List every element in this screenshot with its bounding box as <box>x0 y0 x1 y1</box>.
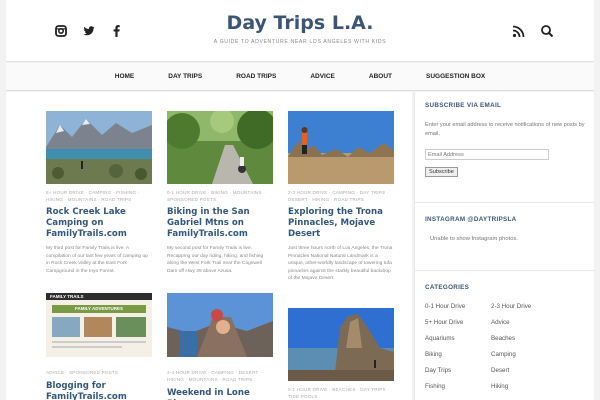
subscribe-widget: SUBSCRIBE VIA EMAIL Enter your email add… <box>425 102 585 178</box>
main-nav: HOME DAY TRIPS ROAD TRIPS ADVICE ABOUT S… <box>6 63 594 91</box>
post-card: 0-1 HOUR DRIVE · BIKING · MOUNTAINS · SP… <box>167 111 273 275</box>
post-meta: 0-1 HOUR DRIVE · BEACHES · DAY TRIPS · T… <box>288 387 390 399</box>
category-link[interactable]: 5+ Hour Drive <box>425 319 491 326</box>
instagram-title: INSTAGRAM @DAYTRIPSLA <box>425 216 517 223</box>
post-thumbnail[interactable] <box>288 308 394 381</box>
category-link[interactable]: Hiking <box>491 383 561 390</box>
site-tagline: A GUIDE TO ADVENTURE NEAR LOS ANGELES WI… <box>213 39 387 45</box>
site-title[interactable]: Day Trips L.A. <box>6 12 594 34</box>
post-meta: ADVICE · SPONSORED POSTS <box>46 370 119 375</box>
subscribe-button[interactable]: Subscribe <box>425 167 458 177</box>
nav-home[interactable]: HOME <box>98 63 152 90</box>
email-field[interactable] <box>425 149 549 160</box>
post-thumbnail[interactable] <box>167 293 273 357</box>
category-link[interactable]: Advice <box>491 319 561 326</box>
category-link[interactable]: Beaches <box>491 335 561 342</box>
nav-about[interactable]: ABOUT <box>352 63 409 90</box>
post-title[interactable]: Exploring the Trona Pinnacles, Mojave De… <box>288 207 394 240</box>
post-card: 2-3 HOUR DRIVE · CAMPING · DAY TRIPS · D… <box>288 111 394 283</box>
category-link[interactable]: Desert <box>491 367 561 374</box>
post-meta: 2-3 HOUR DRIVE · CAMPING · DAY TRIPS · D… <box>288 190 389 202</box>
post-excerpt: My third post for Family Trails is live.… <box>46 246 148 274</box>
post-card: 5+ HOUR DRIVE · CAMPING · FISHING · HIKI… <box>46 111 152 275</box>
thumb-brand: FAMILY TRAILS <box>50 294 84 299</box>
divider <box>415 202 595 203</box>
category-link[interactable]: 2-3 Hour Drive <box>491 303 561 310</box>
category-link[interactable]: Day Trips <box>425 367 491 374</box>
post-excerpt: Just three hours north of Los Angeles, t… <box>288 246 393 282</box>
categories-widget: CATEGORIES 0-1 Hour Drive 2-3 Hour Drive… <box>425 284 585 390</box>
post-grid: 5+ HOUR DRIVE · CAMPING · FISHING · HIKI… <box>6 92 412 400</box>
post-card: FAMILY TRAILS FAMILY ADVENTURES ADVICE ·… <box>46 293 152 400</box>
nav-day-trips[interactable]: DAY TRIPS <box>151 63 219 90</box>
post-meta: 0-1 HOUR DRIVE · BIKING · MOUNTAINS · SP… <box>167 190 265 202</box>
post-meta: 5+ HOUR DRIVE · CAMPING · FISHING · HIKI… <box>46 190 140 202</box>
sidebar: SUBSCRIBE VIA EMAIL Enter your email add… <box>414 92 595 400</box>
categories-title: CATEGORIES <box>425 284 470 291</box>
post-card: 0-1 HOUR DRIVE · BEACHES · DAY TRIPS · T… <box>288 308 394 400</box>
post-card: 3-4 HOUR DRIVE · CAMPING · DESERT · HIKI… <box>167 293 273 400</box>
subscribe-title: SUBSCRIBE VIA EMAIL <box>425 102 502 109</box>
post-title[interactable]: Weekend in Lone Pine – <box>167 388 273 400</box>
post-thumbnail[interactable] <box>288 111 394 184</box>
nav-advice[interactable]: ADVICE <box>293 63 352 90</box>
post-title[interactable]: Rock Creek Lake Camping on FamilyTrails.… <box>46 207 152 240</box>
divider <box>415 270 595 271</box>
post-title[interactable]: Biking in the San Gabriel Mtns on Family… <box>167 207 273 240</box>
category-link[interactable]: Fishing <box>425 383 491 390</box>
category-link[interactable]: Biking <box>425 351 491 358</box>
post-title[interactable]: Blogging for FamilyTrails.com <box>46 381 152 400</box>
instagram-message: Unable to show Instagram photos. <box>430 236 518 242</box>
post-thumbnail[interactable]: FAMILY TRAILS FAMILY ADVENTURES <box>46 293 152 357</box>
post-meta: 3-4 HOUR DRIVE · CAMPING · DESERT · HIKI… <box>167 370 262 382</box>
nav-road-trips[interactable]: ROAD TRIPS <box>219 63 293 90</box>
thumb-banner: FAMILY ADVENTURES <box>74 306 124 311</box>
category-list: 0-1 Hour Drive 2-3 Hour Drive 5+ Hour Dr… <box>425 303 585 390</box>
search-icon[interactable] <box>540 24 554 38</box>
post-thumbnail[interactable] <box>46 111 152 184</box>
category-link[interactable]: 0-1 Hour Drive <box>425 303 491 310</box>
category-link[interactable]: Camping <box>491 351 561 358</box>
site-header: Day Trips L.A. A GUIDE TO ADVENTURE NEAR… <box>6 0 594 62</box>
instagram-widget: INSTAGRAM @DAYTRIPSLA Unable to show Ins… <box>425 216 585 242</box>
nav-suggestion-box[interactable]: SUGGESTION BOX <box>409 63 502 90</box>
category-link[interactable]: Aquariums <box>425 335 491 342</box>
subscribe-text: Enter your email address to receive noti… <box>425 122 585 137</box>
post-excerpt: My second post for Family Trails is live… <box>167 246 264 274</box>
rss-icon[interactable] <box>512 25 525 38</box>
post-thumbnail[interactable] <box>167 111 273 184</box>
